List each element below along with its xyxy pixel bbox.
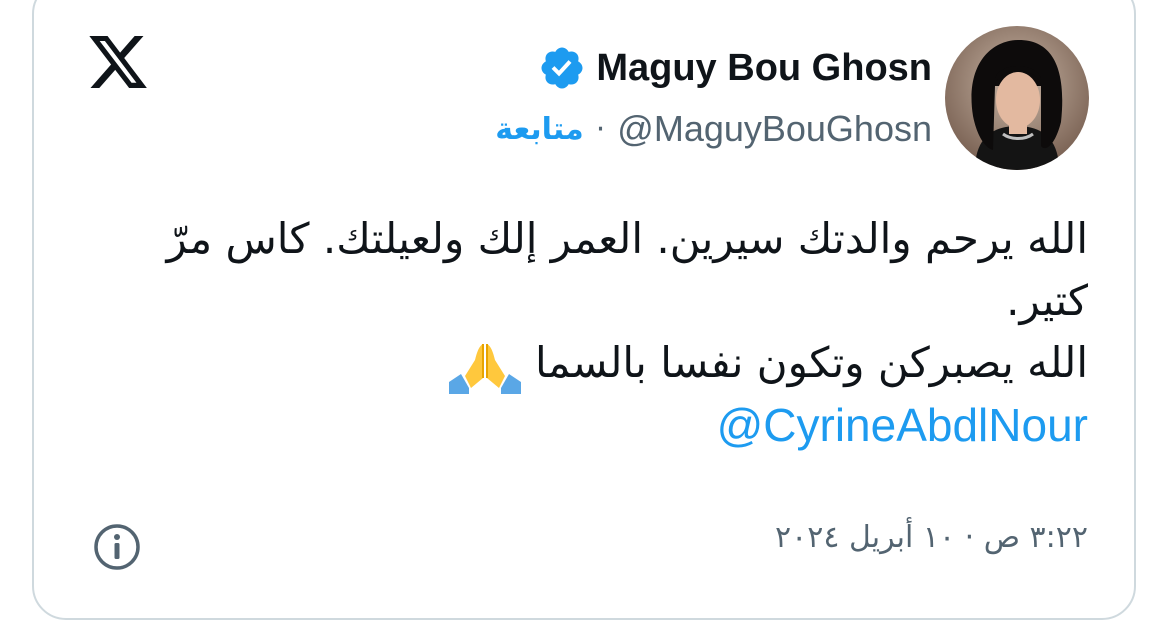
folded-hands-emoji [449,343,522,394]
x-logo-icon[interactable] [84,30,152,94]
tweet-line-2-text: الله يصبركن وتكون نفسا بالسما [535,338,1088,387]
mention-link[interactable]: @CyrineAbdlNour [98,394,1088,456]
handle-row: متابعة · @MaguyBouGhosn [495,104,932,154]
tweet-text: الله يرحم والدتك سيرين. العمر إلك ولعيلت… [98,208,1088,456]
tweet-line-2: الله يصبركن وتكون نفسا بالسما [98,332,1088,394]
follow-link[interactable]: متابعة [495,112,583,147]
avatar[interactable] [945,26,1089,170]
verified-badge-icon [541,47,583,89]
tweet-timestamp[interactable]: ٣:٢٢ ص · ١٠ أبريل ٢٠٢٤ [775,520,1088,555]
info-icon[interactable] [92,522,142,572]
display-name[interactable]: Maguy Bou Ghosn [596,47,932,90]
author-name-row[interactable]: Maguy Bou Ghosn [538,40,932,96]
tweet-line-1: الله يرحم والدتك سيرين. العمر إلك ولعيلت… [166,214,1088,325]
user-handle[interactable]: @MaguyBouGhosn [617,108,932,150]
separator-dot: · [595,111,606,147]
